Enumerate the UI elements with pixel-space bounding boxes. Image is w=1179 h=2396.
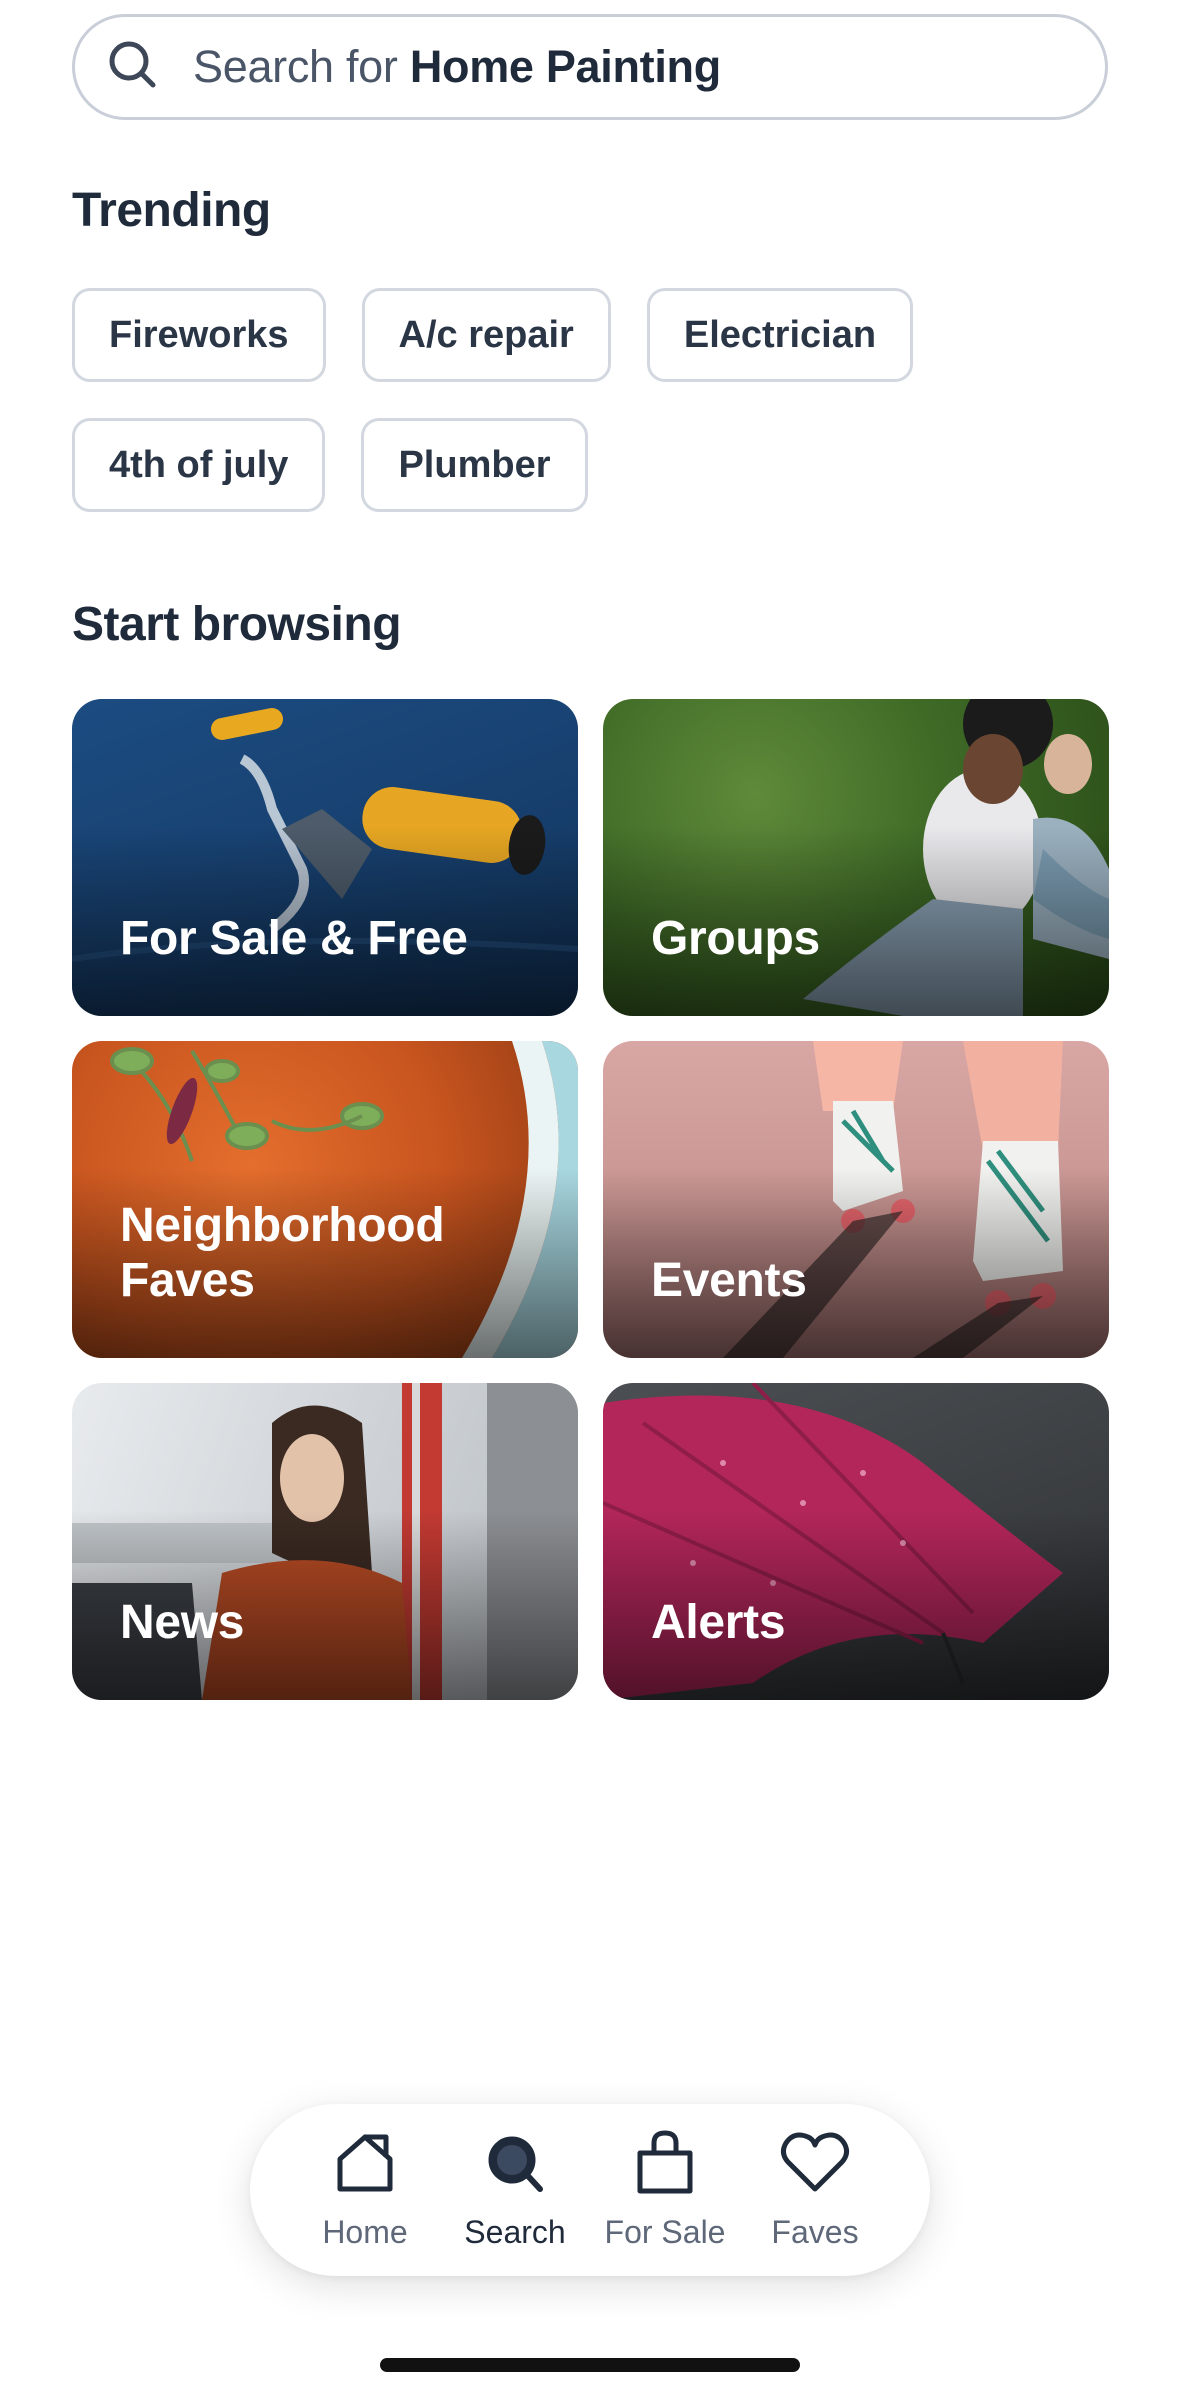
search-prefix: Search for bbox=[193, 41, 410, 92]
trending-chip-fireworks[interactable]: Fireworks bbox=[72, 288, 326, 382]
tile-news[interactable]: News bbox=[72, 1383, 578, 1700]
search-icon bbox=[105, 37, 161, 98]
search-placeholder: Search for Home Painting bbox=[193, 41, 721, 93]
shopping-bag-icon bbox=[628, 2129, 702, 2200]
tile-label: Alerts bbox=[651, 1595, 786, 1649]
nav-label-faves: Faves bbox=[771, 2214, 859, 2250]
trending-title: Trending bbox=[72, 184, 271, 237]
tile-groups[interactable]: Groups bbox=[603, 699, 1109, 1016]
nav-label-search: Search bbox=[464, 2214, 566, 2250]
tile-label: Events bbox=[651, 1253, 807, 1307]
nav-item-home[interactable]: Home bbox=[290, 2129, 440, 2251]
tile-label: Neighborhood Faves bbox=[120, 1198, 445, 1307]
tile-neighborhood-faves[interactable]: Neighborhood Faves bbox=[72, 1041, 578, 1358]
home-indicator[interactable] bbox=[380, 2358, 800, 2372]
tile-label: For Sale & Free bbox=[120, 911, 468, 965]
trending-chip-plumber[interactable]: Plumber bbox=[361, 418, 588, 512]
nav-label-home: Home bbox=[322, 2214, 408, 2250]
search-suggested-term: Home Painting bbox=[409, 41, 721, 92]
home-icon bbox=[328, 2129, 402, 2200]
search-screen: Search for Home Painting Trending Firewo… bbox=[0, 0, 1179, 2396]
search-input[interactable]: Search for Home Painting bbox=[72, 14, 1108, 120]
nav-item-for-sale[interactable]: For Sale bbox=[590, 2129, 740, 2251]
bottom-nav: Home Search For Sale Faves bbox=[250, 2104, 930, 2276]
trending-chips: Fireworks A/c repair Electrician 4th of … bbox=[72, 288, 1112, 548]
trending-chip-ac-repair[interactable]: A/c repair bbox=[361, 288, 611, 382]
tile-events[interactable]: Events bbox=[603, 1041, 1109, 1358]
browse-grid: For Sale & Free Groups Neighborhood Fave… bbox=[72, 699, 1109, 1700]
search-icon bbox=[478, 2129, 552, 2200]
trending-chip-electrician[interactable]: Electrician bbox=[646, 288, 914, 382]
trending-chip-4th-of-july[interactable]: 4th of july bbox=[72, 418, 326, 512]
tile-for-sale-free[interactable]: For Sale & Free bbox=[72, 699, 578, 1016]
nav-label-for-sale: For Sale bbox=[604, 2214, 726, 2250]
nav-item-faves[interactable]: Faves bbox=[740, 2129, 890, 2251]
heart-icon bbox=[778, 2129, 852, 2200]
nav-item-search[interactable]: Search bbox=[440, 2129, 590, 2251]
tile-label: Groups bbox=[651, 911, 820, 965]
tile-alerts[interactable]: Alerts bbox=[603, 1383, 1109, 1700]
tile-label: News bbox=[120, 1595, 245, 1649]
start-browsing-title: Start browsing bbox=[72, 598, 402, 651]
